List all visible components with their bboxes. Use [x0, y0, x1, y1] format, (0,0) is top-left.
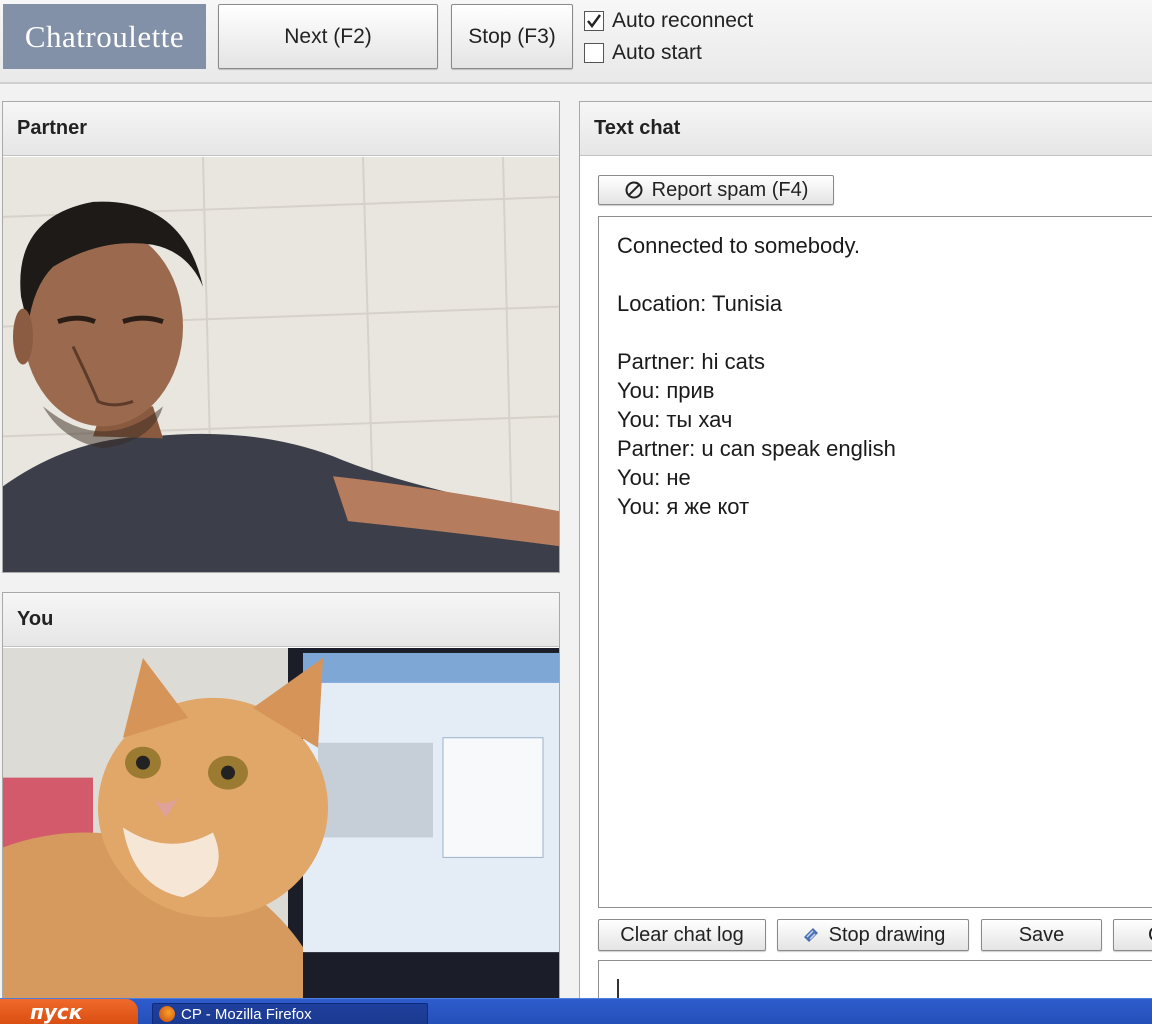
chat-line: You: я же кот: [617, 494, 750, 519]
partner-video: [3, 157, 559, 572]
firefox-icon: [159, 1006, 175, 1022]
auto-start-option[interactable]: Auto start: [584, 41, 702, 65]
stop-drawing-label: Stop drawing: [828, 923, 946, 946]
chat-line: Partner: u can speak english: [617, 436, 896, 461]
you-video: [3, 648, 559, 1001]
stop-drawing-button[interactable]: Stop drawing: [777, 919, 969, 951]
chat-log: Connected to somebody. Location: Tunisia…: [598, 216, 1152, 908]
ban-icon: [624, 180, 644, 200]
chat-line: [617, 318, 1149, 347]
app-logo: Chatroulette: [3, 4, 206, 69]
chat-line: You: ты хач: [617, 407, 733, 432]
top-toolbar: Chatroulette Next (F2) Stop (F3) Auto re…: [0, 0, 1152, 84]
text-chat-panel: Text chat Report spam (F4) Connected to …: [579, 101, 1152, 1010]
auto-reconnect-option[interactable]: Auto reconnect: [584, 9, 753, 33]
you-panel: You: [2, 592, 560, 1002]
chat-line: [617, 260, 1149, 289]
partner-panel-title: Partner: [3, 102, 559, 156]
report-spam-label: Report spam (F4): [651, 178, 809, 201]
pencil-icon: [801, 925, 821, 945]
taskbar-window-label: CP - Mozilla Firefox: [181, 1005, 312, 1023]
partner-webcam-image: [3, 157, 559, 572]
partner-panel: Partner: [2, 101, 560, 573]
chat-line: Partner: hi cats: [617, 349, 765, 374]
taskbar-window-item[interactable]: CP - Mozilla Firefox: [152, 1003, 428, 1024]
start-button[interactable]: пуск: [0, 999, 138, 1024]
os-taskbar: пуск CP - Mozilla Firefox: [0, 998, 1152, 1024]
more-button[interactable]: C: [1113, 919, 1152, 951]
auto-start-checkbox[interactable]: [584, 43, 604, 63]
save-button[interactable]: Save: [981, 919, 1102, 951]
chat-line: You: не: [617, 465, 691, 490]
next-button[interactable]: Next (F2): [218, 4, 438, 69]
text-chat-title: Text chat: [580, 102, 1152, 156]
auto-reconnect-checkbox[interactable]: [584, 11, 604, 31]
chat-line: Connected to somebody.: [617, 233, 860, 258]
you-panel-title: You: [3, 593, 559, 647]
chat-line: You: прив: [617, 378, 715, 403]
auto-start-label: Auto start: [612, 41, 702, 64]
chat-line: Location: Tunisia: [617, 291, 783, 316]
auto-reconnect-label: Auto reconnect: [612, 9, 754, 32]
you-webcam-image: [3, 648, 559, 1001]
report-spam-button[interactable]: Report spam (F4): [598, 175, 834, 205]
stop-button[interactable]: Stop (F3): [451, 4, 573, 69]
checkmark-icon: [587, 14, 601, 28]
clear-chat-log-button[interactable]: Clear chat log: [598, 919, 766, 951]
